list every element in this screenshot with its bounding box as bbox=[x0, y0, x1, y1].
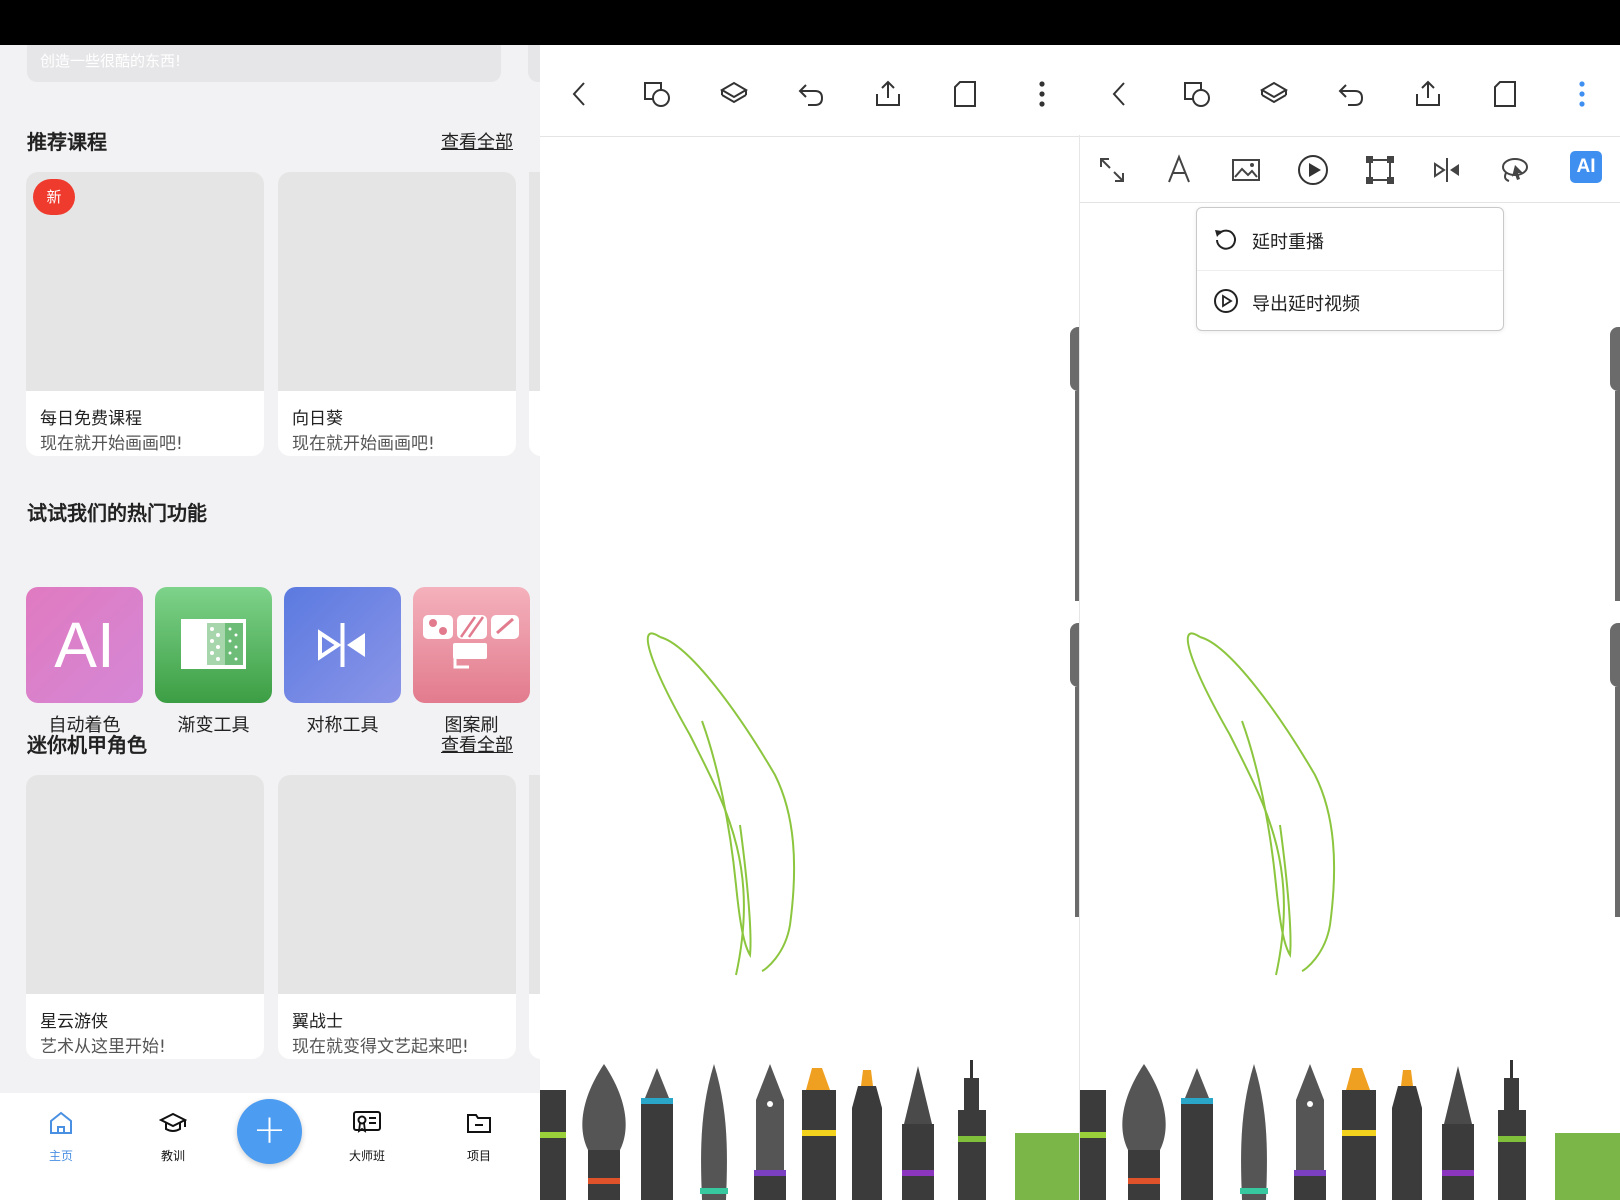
new-project-fab[interactable]: + bbox=[237, 1099, 302, 1164]
course-thumbnail bbox=[26, 775, 264, 994]
banner-card-peek[interactable] bbox=[528, 45, 540, 82]
brush-tray[interactable] bbox=[1080, 1060, 1620, 1200]
plus-icon: + bbox=[252, 1107, 287, 1153]
recommended-see-all-link[interactable]: 查看全部 bbox=[441, 128, 513, 154]
gradient-icon bbox=[181, 619, 246, 669]
leaf-stroke bbox=[646, 632, 796, 976]
mecha-title: 迷你机甲角色 bbox=[27, 733, 147, 757]
home-icon bbox=[50, 1111, 72, 1134]
screen: 创造一些很酷的东西! 推荐课程 查看全部 新 每日免费课程 现在就开始画画吧! … bbox=[0, 0, 1620, 1200]
gradient-feature-button[interactable] bbox=[155, 587, 272, 703]
color-swatch[interactable] bbox=[1555, 1133, 1620, 1200]
banner-text: 创造一些很酷的东西! bbox=[40, 52, 182, 70]
course-subtitle: 现在就开始画画吧! bbox=[292, 434, 435, 454]
symmetry-feature-button[interactable] bbox=[284, 587, 401, 703]
symmetry-icon bbox=[318, 623, 365, 667]
course-card[interactable]: 向日葵 现在就开始画画吧! bbox=[278, 172, 516, 456]
pencil-tool bbox=[641, 1068, 673, 1200]
course-title: 翼战士 bbox=[292, 1012, 343, 1032]
marker-tool bbox=[540, 1090, 566, 1200]
nav-label: 项目 bbox=[466, 1149, 491, 1163]
nav-home[interactable]: 主页 bbox=[21, 1109, 101, 1164]
leaf-stroke bbox=[1186, 632, 1336, 976]
pattern-brush-icon bbox=[423, 615, 519, 669]
course-card-peek[interactable] bbox=[529, 775, 540, 1059]
brush-tray[interactable] bbox=[540, 1060, 1080, 1200]
technical-pen-tool bbox=[1498, 1060, 1526, 1200]
airbrush-tool bbox=[852, 1070, 882, 1200]
course-card[interactable]: 翼战士 现在就变得文艺起来吧! bbox=[278, 775, 516, 1059]
course-card-peek[interactable] bbox=[529, 172, 540, 456]
course-thumbnail bbox=[278, 775, 516, 994]
course-card[interactable]: 星云游侠 艺术从这里开始! bbox=[26, 775, 264, 1059]
fine-brush-tool bbox=[700, 1064, 728, 1200]
course-title: 向日葵 bbox=[292, 409, 343, 429]
nav-label: 大师班 bbox=[348, 1149, 385, 1163]
feature-label: 对称工具 bbox=[306, 715, 379, 736]
features-title: 试试我们的热门功能 bbox=[27, 501, 207, 525]
course-subtitle: 现在就变得文艺起来吧! bbox=[292, 1037, 469, 1057]
course-title: 星云游侠 bbox=[40, 1012, 108, 1032]
calligraphy-tool bbox=[902, 1066, 934, 1200]
recommended-title: 推荐课程 bbox=[27, 130, 107, 154]
nav-label: 教训 bbox=[160, 1149, 185, 1163]
technical-pen-tool bbox=[958, 1060, 986, 1200]
pencil-tool bbox=[1181, 1068, 1213, 1200]
nav-lessons[interactable]: 教训 bbox=[133, 1109, 213, 1164]
color-swatch[interactable] bbox=[1015, 1133, 1080, 1200]
airbrush-tool bbox=[1392, 1070, 1422, 1200]
nav-label: 主页 bbox=[48, 1149, 73, 1163]
round-brush-tool bbox=[1122, 1064, 1166, 1200]
marker-tool bbox=[1080, 1090, 1106, 1200]
side-slider-handle[interactable] bbox=[1610, 623, 1620, 687]
highlighter-tool bbox=[1342, 1068, 1376, 1200]
nav-masterclass[interactable]: 大师班 bbox=[327, 1109, 407, 1164]
pattern-brush-feature-button[interactable] bbox=[413, 587, 530, 703]
course-title: 每日免费课程 bbox=[40, 409, 142, 429]
canvas-panel-with-menu: AI 延时重播 导出延时视频 bbox=[1080, 45, 1620, 1200]
auto-color-feature-button[interactable]: AI bbox=[26, 587, 143, 703]
home-panel: 创造一些很酷的东西! 推荐课程 查看全部 新 每日免费课程 现在就开始画画吧! … bbox=[0, 45, 540, 1200]
nav-projects[interactable]: 项目 bbox=[439, 1109, 519, 1164]
side-slider-track[interactable] bbox=[1615, 687, 1620, 917]
mecha-see-all-link[interactable]: 查看全部 bbox=[441, 731, 513, 757]
pen-tool bbox=[1294, 1064, 1326, 1200]
side-slider-track[interactable] bbox=[1615, 391, 1620, 601]
round-brush-tool bbox=[582, 1064, 626, 1200]
course-subtitle: 现在就开始画画吧! bbox=[40, 434, 183, 454]
highlighter-tool bbox=[802, 1068, 836, 1200]
course-subtitle: 艺术从这里开始! bbox=[40, 1037, 166, 1057]
feature-label: 渐变工具 bbox=[177, 715, 250, 736]
pen-tool bbox=[754, 1064, 786, 1200]
course-card[interactable]: 新 每日免费课程 现在就开始画画吧! bbox=[26, 172, 264, 456]
masterclass-icon bbox=[353, 1111, 381, 1133]
graduation-cap-icon bbox=[158, 1112, 188, 1132]
ai-icon: AI bbox=[54, 609, 115, 681]
side-slider-handle[interactable] bbox=[1610, 327, 1620, 391]
fine-brush-tool bbox=[1240, 1064, 1268, 1200]
new-badge: 新 bbox=[33, 179, 75, 215]
course-thumbnail bbox=[278, 172, 516, 391]
status-bar bbox=[0, 0, 1620, 45]
calligraphy-tool bbox=[1442, 1066, 1474, 1200]
folder-icon bbox=[467, 1114, 491, 1133]
canvas-panel bbox=[540, 45, 1080, 1200]
banner-card[interactable]: 创造一些很酷的东西! bbox=[27, 45, 501, 82]
